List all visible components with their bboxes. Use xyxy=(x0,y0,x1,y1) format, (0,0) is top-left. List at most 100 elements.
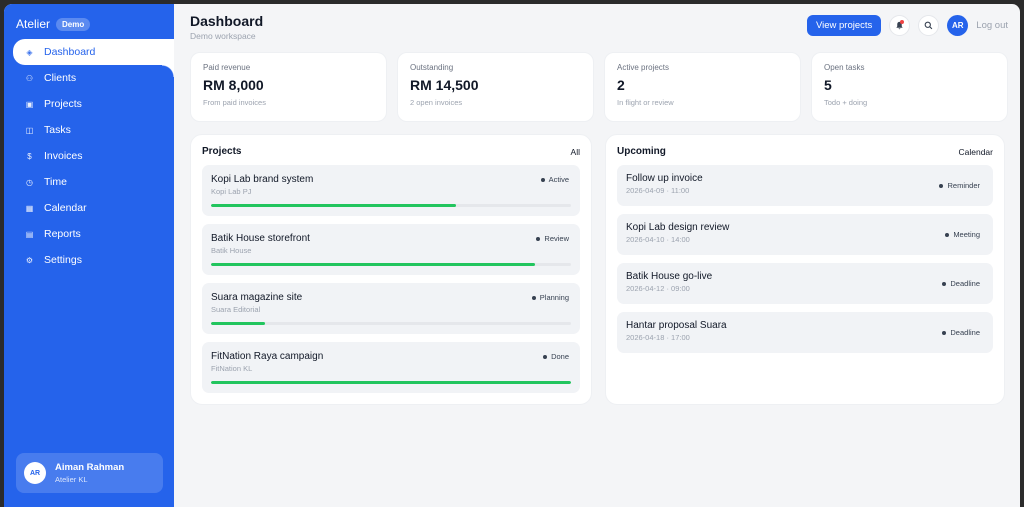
project-name: Batik House storefront xyxy=(211,233,310,244)
reports-icon: ▤ xyxy=(25,229,34,239)
sidebar-item-dashboard[interactable]: ◈ Dashboard xyxy=(13,39,174,77)
page-title: Dashboard xyxy=(190,13,264,29)
all-projects-link[interactable]: All xyxy=(571,147,580,157)
project-client: Batik House xyxy=(211,246,252,255)
logout-link[interactable]: Log out xyxy=(976,20,1008,31)
status-badge: Active xyxy=(540,175,569,184)
status-badge: Done xyxy=(543,352,569,361)
sidebar-item-label: Settings xyxy=(44,254,82,266)
upcoming-item[interactable]: Batik House go-live 2026-04-12 · 09:00 Dea… xyxy=(617,263,993,304)
project-card[interactable]: Suara magazine site Suara Editorial Planni… xyxy=(202,283,580,334)
status-dot xyxy=(531,295,536,300)
sidebar-item-label: Dashboard xyxy=(44,46,96,58)
avatar[interactable]: AR xyxy=(947,15,969,36)
upcoming-item[interactable]: Follow up invoice 2026-04-09 · 11:00 Remin… xyxy=(617,165,993,206)
event-time: 2026-04-09 · 11:00 xyxy=(626,186,690,195)
search-icon xyxy=(924,21,933,30)
event-tag: Meeting xyxy=(945,230,980,239)
tag-label: Deadline xyxy=(950,279,980,288)
folder-icon: ▣ xyxy=(25,99,34,109)
project-card[interactable]: FitNation Raya campaign FitNation KL Done xyxy=(202,342,580,393)
user-name: Aiman Rahman xyxy=(55,462,125,473)
stat-card: Active projects 2 In flight or review xyxy=(604,52,801,122)
page-header: Dashboard Demo workspace View projects A… xyxy=(190,12,1008,52)
gear-icon: ⚙ xyxy=(25,255,34,265)
stat-sub: Todo + doing xyxy=(824,98,868,107)
project-client: Kopi Lab PJ xyxy=(211,187,252,196)
status-dot xyxy=(536,236,541,241)
user-card[interactable]: AR Aiman Rahman Atelier KL xyxy=(16,453,163,493)
progress-bar xyxy=(211,381,571,384)
chart-icon: ◫ xyxy=(25,125,34,135)
calendar-icon: ▦ xyxy=(25,203,34,213)
stat-label: Active projects xyxy=(617,63,670,72)
tag-dot xyxy=(942,330,947,335)
status-label: Review xyxy=(544,234,569,243)
stat-value: 5 xyxy=(824,77,832,93)
project-card[interactable]: Batik House storefront Batik House Review xyxy=(202,224,580,275)
projects-panel: Projects All Kopi Lab brand system Kopi L… xyxy=(190,134,592,405)
tag-label: Reminder xyxy=(947,181,980,190)
sidebar-item-label: Reports xyxy=(44,228,81,240)
event-tag: Deadline xyxy=(942,279,980,288)
event-time: 2026-04-18 · 17:00 xyxy=(626,333,690,342)
view-projects-button[interactable]: View projects xyxy=(806,15,882,36)
progress-fill xyxy=(211,322,265,325)
progress-fill xyxy=(211,263,535,266)
stat-label: Outstanding xyxy=(410,63,454,72)
tag-dot xyxy=(945,232,950,237)
stat-card: Outstanding RM 14,500 2 open invoices xyxy=(397,52,594,122)
sidebar-item-projects[interactable]: ▣ Projects xyxy=(4,91,174,117)
sidebar-item-settings[interactable]: ⚙ Settings xyxy=(4,247,174,273)
search-button[interactable] xyxy=(918,15,940,36)
event-name: Follow up invoice xyxy=(626,173,703,184)
progress-bar xyxy=(211,322,571,325)
event-name: Batik House go-live xyxy=(626,271,713,282)
status-badge: Review xyxy=(536,234,569,243)
stat-value: RM 14,500 xyxy=(410,77,479,93)
status-badge: Planning xyxy=(531,293,569,302)
stat-card: Paid revenue RM 8,000 From paid invoices xyxy=(190,52,387,122)
event-name: Kopi Lab design review xyxy=(626,222,730,233)
stat-sub: In flight or review xyxy=(617,98,674,107)
tag-dot xyxy=(942,281,947,286)
upcoming-item[interactable]: Hantar proposal Suara 2026-04-18 · 17:00 D… xyxy=(617,312,993,353)
upcoming-item[interactable]: Kopi Lab design review 2026-04-10 · 14:00… xyxy=(617,214,993,255)
sidebar-item-tasks[interactable]: ◫ Tasks xyxy=(4,117,174,143)
progress-bar xyxy=(211,204,571,207)
project-card[interactable]: Kopi Lab brand system Kopi Lab PJ Active xyxy=(202,165,580,216)
tag-label: Deadline xyxy=(950,328,980,337)
event-time: 2026-04-10 · 14:00 xyxy=(626,235,690,244)
brand-name: Atelier xyxy=(16,17,51,31)
page-subtitle: Demo workspace xyxy=(190,31,256,41)
status-label: Done xyxy=(551,352,569,361)
main-content: Dashboard Demo workspace View projects A… xyxy=(174,4,1020,507)
stat-sub: From paid invoices xyxy=(203,98,266,107)
status-label: Active xyxy=(548,175,569,184)
project-name: Suara magazine site xyxy=(211,292,303,303)
sidebar-item-calendar[interactable]: ▦ Calendar xyxy=(4,195,174,221)
project-name: FitNation Raya campaign xyxy=(211,351,324,362)
event-time: 2026-04-12 · 09:00 xyxy=(626,284,690,293)
sidebar-item-reports[interactable]: ▤ Reports xyxy=(4,221,174,247)
sidebar-item-invoices[interactable]: $ Invoices xyxy=(4,143,174,169)
stat-sub: 2 open invoices xyxy=(410,98,463,107)
sidebar-nav: ◈ Dashboard ⚇ Clients ▣ Projects ◫ Tasks $ Invoic… xyxy=(4,39,174,273)
sidebar-item-label: Clients xyxy=(44,72,77,84)
calendar-link[interactable]: Calendar xyxy=(959,147,994,157)
project-client: Suara Editorial xyxy=(211,305,261,314)
progress-bar xyxy=(211,263,571,266)
brand: Atelier Demo xyxy=(4,4,174,34)
project-name: Kopi Lab brand system xyxy=(211,174,314,185)
status-dot xyxy=(543,354,548,359)
sidebar-item-clients[interactable]: ⚇ Clients xyxy=(4,65,174,91)
status-label: Planning xyxy=(539,293,569,302)
notification-button[interactable] xyxy=(889,15,911,36)
tag-label: Meeting xyxy=(953,230,980,239)
sidebar-item-time[interactable]: ◷ Time xyxy=(4,169,174,195)
projects-title: Projects xyxy=(202,146,242,157)
stat-label: Paid revenue xyxy=(203,63,251,72)
progress-fill xyxy=(211,381,571,384)
status-dot xyxy=(540,177,545,182)
stat-value: 2 xyxy=(617,77,625,93)
